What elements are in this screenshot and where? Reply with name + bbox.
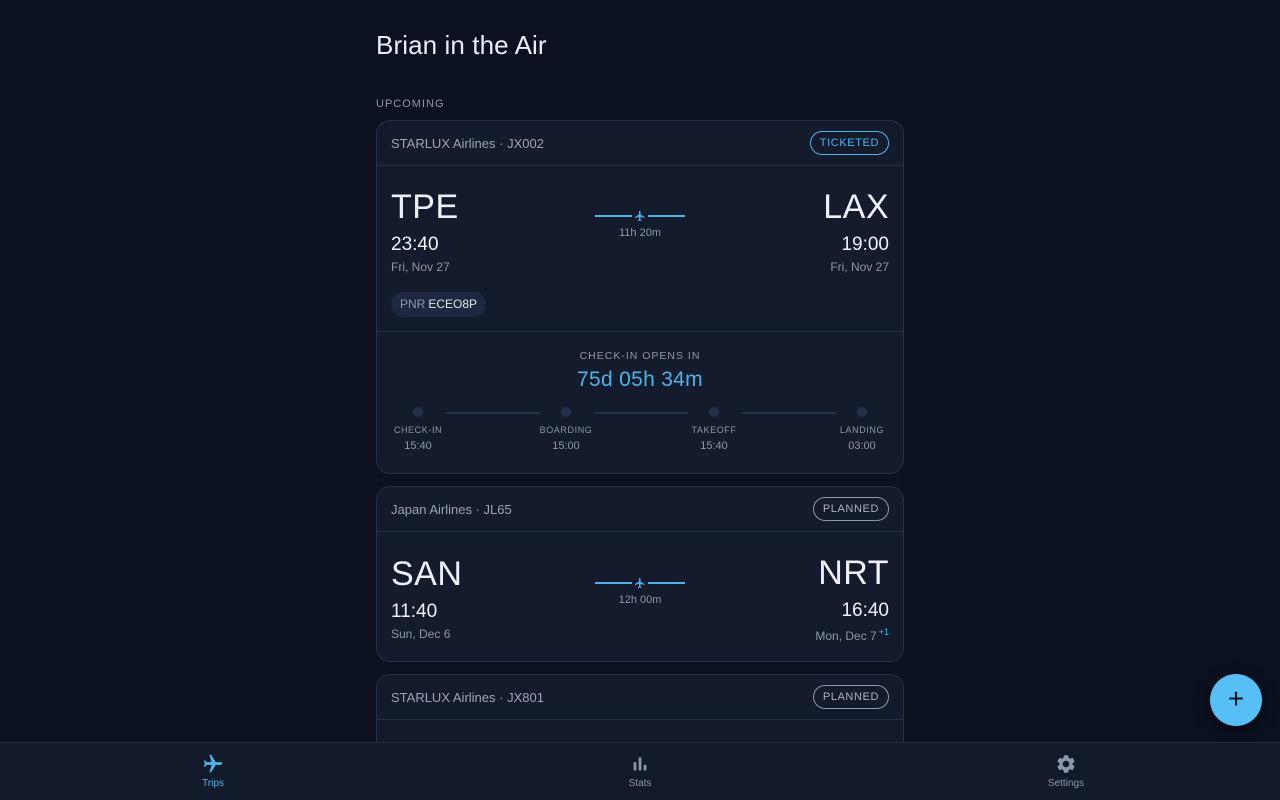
checkin-label: CHECK-IN OPENS IN	[579, 350, 701, 362]
step-time: 03:00	[848, 440, 876, 452]
flight-card[interactable]: STARLUX Airlines · JX002 TICKETED TPE 23…	[376, 120, 904, 474]
departure-date: Fri, Nov 27	[391, 260, 450, 274]
add-trip-button[interactable]: +	[1210, 674, 1262, 726]
timeline-step-takeoff: TAKEOFF 15:40	[674, 406, 754, 452]
flight-card[interactable]: STARLUX Airlines · JX801 PLANNED	[376, 674, 904, 742]
airplane-icon	[203, 754, 223, 773]
step-dot	[709, 407, 719, 417]
airplane-icon	[635, 578, 645, 588]
step-dot	[413, 407, 423, 417]
departure-time: 11:40	[391, 601, 438, 622]
pnr-code: ECEO8P	[428, 297, 478, 311]
arrival-time: 16:40	[841, 600, 889, 621]
step-label: LANDING	[839, 425, 885, 435]
step-time: 15:00	[552, 440, 580, 452]
airline-flight: STARLUX Airlines · JX801	[391, 689, 544, 705]
status-badge: PLANNED	[812, 497, 889, 521]
destination-code: NRT	[818, 554, 889, 592]
bar-chart-icon	[633, 757, 647, 771]
nav-label: Trips	[202, 778, 224, 789]
arrival-time: 19:00	[841, 234, 889, 255]
status-badge: PLANNED	[812, 685, 889, 709]
timeline-step-landing: LANDING 03:00	[822, 406, 902, 452]
step-time: 15:40	[404, 440, 432, 452]
flight-duration: 11h 20m	[619, 227, 661, 239]
nav-label: Stats	[628, 778, 652, 789]
airplane-icon	[635, 211, 645, 221]
flight-path	[595, 210, 685, 222]
airline-flight: Japan Airlines · JL65	[391, 501, 512, 517]
nav-item-stats[interactable]: Stats	[580, 743, 700, 800]
departure-date: Sun, Dec 6	[391, 627, 451, 641]
arrival-date: Fri, Nov 27	[830, 260, 889, 274]
timeline-step-boarding: BOARDING 15:00	[526, 406, 606, 452]
destination-code: LAX	[823, 188, 889, 226]
nav-item-trips[interactable]: Trips	[153, 743, 273, 800]
step-dot	[561, 407, 571, 417]
origin-code: TPE	[391, 188, 459, 226]
arrival-date-wrap: Mon, Dec 7 +1	[815, 627, 889, 643]
card-header: STARLUX Airlines · JX801 PLANNED	[377, 675, 903, 720]
flight-card[interactable]: Japan Airlines · JL65 PLANNED SAN 11:40 …	[376, 486, 904, 662]
route: TPE 23:40 Fri, Nov 27 11h 20m LAX 19:00 …	[377, 166, 903, 331]
step-label: CHECK-IN	[393, 425, 443, 435]
timeline-step-checkin: CHECK-IN 15:40	[378, 406, 458, 452]
card-header: Japan Airlines · JL65 PLANNED	[377, 487, 903, 532]
page-title: Brian in the Air	[376, 30, 547, 60]
step-label: TAKEOFF	[691, 425, 737, 435]
bottom-nav: Trips Stats Settings	[0, 742, 1280, 800]
section-label-upcoming: UPCOMING	[376, 98, 445, 110]
airline-flight: STARLUX Airlines · JX002	[391, 135, 544, 151]
checkin-section: CHECK-IN OPENS IN 75d 05h 34m CHECK-IN 1…	[377, 331, 903, 473]
flight-path	[595, 577, 685, 589]
checkin-countdown: 75d 05h 34m	[577, 368, 703, 391]
trips-list: Brian in the Air UPCOMING STARLUX Airlin…	[376, 0, 904, 742]
pnr-chip[interactable]: PNR ECEO8P	[391, 292, 487, 317]
status-badge: TICKETED	[809, 131, 889, 155]
origin-code: SAN	[391, 555, 463, 593]
day-offset-badge: +1	[878, 627, 889, 637]
card-header: STARLUX Airlines · JX002 TICKETED	[377, 121, 903, 166]
nav-label: Settings	[1047, 778, 1085, 789]
step-time: 15:40	[700, 440, 728, 452]
route: SAN 11:40 Sun, Dec 6 12h 00m NRT 16:40 M…	[377, 532, 903, 652]
arrival-date: Mon, Dec 7	[815, 629, 877, 643]
step-label: BOARDING	[539, 425, 593, 435]
gear-icon	[1057, 755, 1075, 773]
flight-duration: 12h 00m	[618, 594, 662, 606]
plus-icon: +	[1227, 682, 1245, 714]
pnr-label: PNR	[400, 297, 426, 311]
nav-item-settings[interactable]: Settings	[1006, 743, 1126, 800]
departure-time: 23:40	[391, 234, 439, 255]
step-dot	[857, 407, 867, 417]
